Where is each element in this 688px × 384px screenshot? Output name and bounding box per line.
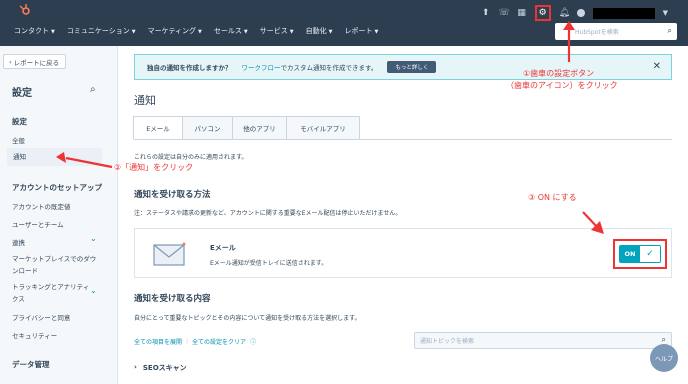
topics-note: 自分にとって重要なトピックとその内容について通知を受け取る方法を選択します。 xyxy=(134,315,361,322)
seo-scan-label: SEOスキャン xyxy=(142,364,187,372)
sidebar-item-defaults[interactable]: アカウントの既定値 xyxy=(12,201,71,211)
close-icon[interactable]: ✕ xyxy=(653,61,661,72)
workflow-link[interactable]: ワークフロー xyxy=(242,62,281,72)
main-nav: コンタクト ▼ コミュニケーション ▼ マーケティング ▼ セールス ▼ サービス ▼ 自… xyxy=(14,26,378,36)
chevron-down-icon[interactable]: ▼ xyxy=(663,9,668,17)
top-navigation-bar: ⬆ ☏ ▦ ⚙ 🔔︎ ▼ コンタクト ▼ コミュニケーション ▼ マーケティング ▼ … xyxy=(0,0,688,46)
section-what-to-receive: 通知を受け取る内容 xyxy=(134,294,211,304)
banner-text: 独自の通知を作成しますか？ xyxy=(147,64,232,72)
check-icon: ✓ xyxy=(640,246,660,262)
upgrade-icon[interactable]: ⬆ xyxy=(481,8,491,18)
learn-more-button[interactable]: もっと詳しく xyxy=(387,61,437,73)
back-to-reports-button[interactable]: ‹ レポートに戻る xyxy=(3,54,66,69)
annotation-step2: ②「通知」をクリック xyxy=(114,163,194,172)
sidebar-item-tracking[interactable]: トラッキングとアナリティクス xyxy=(12,281,90,305)
email-notification-card: Eメール Eメール通知が受信トレイに送信されます。 ON ✓ xyxy=(134,228,672,278)
toggle-highlight: ON ✓ xyxy=(613,239,667,269)
bulk-actions: 全ての項目を展開 | 全ての設定をクリア ⓘ xyxy=(134,337,256,346)
annotation-step1: ①歯車の設定ボタン xyxy=(523,69,595,78)
nav-marketing[interactable]: マーケティング ▼ xyxy=(148,26,202,36)
tab-divider xyxy=(134,139,672,140)
section-how-to-receive: 通知を受け取る方法 xyxy=(134,190,211,200)
tab-desktop[interactable]: パソコン xyxy=(182,116,233,140)
sidebar-section-account: アカウントのセットアップ xyxy=(12,183,102,192)
info-icon[interactable]: ⓘ xyxy=(250,337,256,346)
sidebar-section-settings: 設定 xyxy=(12,117,27,126)
calling-icon[interactable]: ☏ xyxy=(499,8,510,18)
tab-email[interactable]: Eメール xyxy=(133,116,183,140)
nav-service[interactable]: サービス ▼ xyxy=(260,26,294,36)
envelope-icon xyxy=(153,242,186,266)
sidebar-item-users[interactable]: ユーザーとチーム xyxy=(12,219,64,229)
search-icon[interactable]: ⌕ xyxy=(90,84,96,95)
global-search-input[interactable]: HubSpotを検索 ⌕ xyxy=(555,23,677,40)
email-channel-title: Eメール xyxy=(210,244,236,252)
sidebar-item-notifications[interactable]: 通知 xyxy=(7,148,102,166)
annotation-step3: ③ ON にする xyxy=(528,193,577,202)
gear-icon: ⚙ xyxy=(538,8,547,18)
avatar[interactable] xyxy=(576,9,585,17)
nav-reports[interactable]: レポート ▼ xyxy=(344,26,378,36)
marketplace-icon[interactable]: ▦ xyxy=(517,8,527,18)
main-content: 独自の通知を作成しますか？ ワークフロー でカスタム通知を作成できます。 もっと… xyxy=(118,46,688,384)
notification-bell-icon[interactable]: 🔔︎ xyxy=(559,8,570,18)
email-channel-description: Eメール通知が受信トレイに送信されます。 xyxy=(210,260,328,267)
toggle-on-label: ON xyxy=(620,246,640,262)
nav-sales[interactable]: セールス ▼ xyxy=(214,26,248,36)
chevron-down-icon[interactable]: ⌄ xyxy=(90,286,97,295)
annotation-step1-detail: （歯車のアイコン）をクリック xyxy=(506,81,618,90)
chevron-right-icon: › xyxy=(134,363,137,371)
tab-other-apps[interactable]: 他のアプリ xyxy=(232,116,287,140)
seo-scan-row[interactable]: › SEOスキャン xyxy=(134,363,187,373)
notification-tabs: Eメール パソコン 他のアプリ モバイルアプリ xyxy=(133,116,360,140)
settings-scope-text: これらの設定は自分のみに適用されます。 xyxy=(134,154,248,161)
sidebar-item-privacy[interactable]: プライバシーと同意 xyxy=(12,312,70,322)
nav-communications[interactable]: コミュニケーション ▼ xyxy=(67,26,136,36)
separator: | xyxy=(186,338,189,345)
top-icons: ⬆ ☏ ▦ ⚙ 🔔︎ ▼ xyxy=(481,5,668,21)
email-toggle[interactable]: ON ✓ xyxy=(619,245,661,263)
sidebar-item-general[interactable]: 全般 xyxy=(12,135,25,145)
page-title: 通知 xyxy=(134,94,156,107)
help-button[interactable]: ヘルプ xyxy=(650,344,678,372)
sidebar-item-marketplace[interactable]: マーケットプレイスでのダウンロード xyxy=(12,253,97,277)
nav-contacts[interactable]: コンタクト ▼ xyxy=(14,26,55,36)
expand-all-link[interactable]: 全ての項目を展開 xyxy=(134,337,182,346)
hubspot-logo[interactable] xyxy=(18,3,32,17)
clear-all-link[interactable]: 全ての設定をクリア xyxy=(192,337,246,346)
sidebar-section-data: データ管理 xyxy=(12,360,50,369)
topic-search-input[interactable]: 通知トピックを検索 ⌕ xyxy=(414,332,672,349)
email-delivery-note: 注：ステータスや請求の更新など、アカウントに関する重要なEメール配信は停止いただ… xyxy=(134,210,402,217)
account-name-redacted[interactable] xyxy=(592,7,655,19)
settings-sidebar: ‹ レポートに戻る 設定 ⌕ 設定 全般 通知 アカウントのセットアップ アカウ… xyxy=(0,46,118,384)
banner-rest-text: でカスタム通知を作成できます。 xyxy=(280,64,378,72)
nav-automation[interactable]: 自動化 ▼ xyxy=(306,26,333,36)
settings-gear-button[interactable]: ⚙ xyxy=(534,5,551,21)
sidebar-item-security[interactable]: セキュリティー xyxy=(12,330,57,340)
chevron-down-icon[interactable]: ⌄ xyxy=(90,234,97,243)
sidebar-item-integrations[interactable]: 連携 xyxy=(12,237,25,247)
tab-mobile-app[interactable]: モバイルアプリ xyxy=(286,116,360,140)
search-icon: ⌕ xyxy=(667,26,672,35)
sidebar-title: 設定 xyxy=(12,88,32,99)
